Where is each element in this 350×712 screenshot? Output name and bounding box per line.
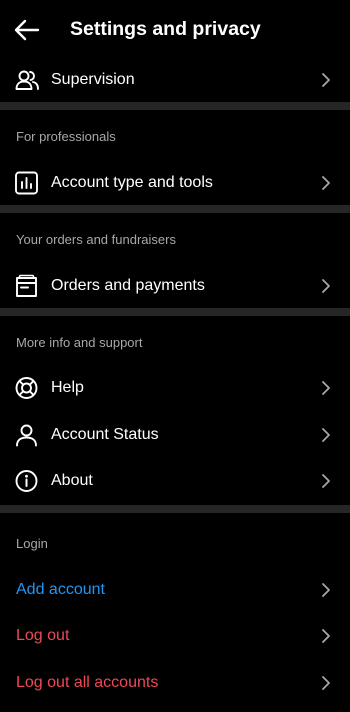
menu-item-label: Account Status: [51, 426, 159, 443]
section-header-professionals: For professionals: [16, 129, 116, 144]
menu-item-label: Supervision: [51, 71, 135, 88]
add-account-button[interactable]: Add account: [0, 570, 350, 610]
arrow-left-icon: [14, 19, 40, 41]
bar-chart-icon: [14, 171, 40, 195]
menu-item-about[interactable]: About: [0, 461, 350, 501]
menu-item-account-status[interactable]: Account Status: [0, 415, 350, 455]
section-header-login: Login: [16, 536, 48, 551]
chevron-right-icon: [320, 278, 332, 294]
section-header-support: More info and support: [16, 335, 143, 350]
chevron-right-icon: [320, 380, 332, 396]
top-bar: Settings and privacy: [0, 0, 350, 58]
chevron-right-icon: [320, 427, 332, 443]
log-out-label: Log out: [16, 627, 70, 644]
chevron-right-icon: [320, 72, 332, 88]
menu-item-supervision[interactable]: Supervision: [0, 60, 350, 100]
lifebuoy-icon: [14, 376, 40, 400]
log-out-button[interactable]: Log out: [0, 616, 350, 656]
section-divider: [0, 505, 350, 513]
back-button[interactable]: [12, 16, 42, 44]
section-divider: [0, 205, 350, 213]
log-out-all-accounts-button[interactable]: Log out all accounts: [0, 663, 350, 703]
menu-item-label: Account type and tools: [51, 174, 213, 191]
receipt-icon: [14, 274, 40, 298]
people-icon: [14, 68, 40, 92]
section-divider: [0, 308, 350, 316]
person-icon: [14, 423, 40, 447]
chevron-right-icon: [320, 175, 332, 191]
menu-item-label: About: [51, 472, 93, 489]
menu-item-orders-and-payments[interactable]: Orders and payments: [0, 266, 350, 306]
menu-item-account-type-and-tools[interactable]: Account type and tools: [0, 163, 350, 203]
menu-item-help[interactable]: Help: [0, 368, 350, 408]
chevron-right-icon: [320, 675, 332, 691]
page-title: Settings and privacy: [70, 18, 261, 40]
log-out-all-label: Log out all accounts: [16, 674, 159, 691]
menu-item-label: Orders and payments: [51, 277, 205, 294]
add-account-label: Add account: [16, 581, 105, 598]
chevron-right-icon: [320, 582, 332, 598]
menu-item-label: Help: [51, 379, 84, 396]
section-divider: [0, 102, 350, 110]
chevron-right-icon: [320, 628, 332, 644]
section-header-orders: Your orders and fundraisers: [16, 232, 176, 247]
info-icon: [14, 469, 40, 493]
chevron-right-icon: [320, 473, 332, 489]
